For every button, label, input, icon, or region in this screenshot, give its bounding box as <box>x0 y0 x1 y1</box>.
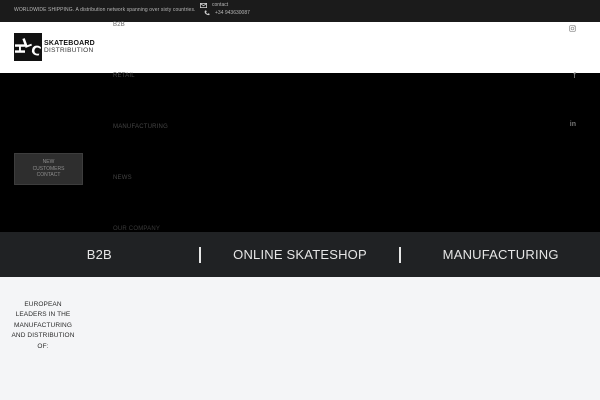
new-customers-contact-button[interactable]: NEW CUSTOMERS CONTACT <box>14 153 83 185</box>
site-logo[interactable]: HLC SKATEBOARD DISTRIBUTION <box>14 33 95 61</box>
top-bar: WORLDWIDE SHIPPING. A distribution netwo… <box>0 0 600 22</box>
logo-mark: HLC <box>14 33 42 61</box>
category-b2b[interactable]: B2B <box>0 247 199 262</box>
cta-line3: CONTACT <box>36 172 61 179</box>
leaders-heading: EUROPEAN LEADERS IN THE MANUFACTURING AN… <box>11 301 75 350</box>
category-online-skateshop[interactable]: ONLINE SKATESHOP <box>201 247 400 262</box>
nav-item-manufacturing[interactable]: MANUFACTURING <box>113 124 168 130</box>
logo-line2: DISTRIBUTION <box>44 46 94 54</box>
category-bar: B2B ONLINE SKATESHOP MANUFACTURING <box>0 232 600 277</box>
logo-text: SKATEBOARD DISTRIBUTION <box>44 40 95 55</box>
site-header: HLC SKATEBOARD DISTRIBUTION <box>0 22 600 73</box>
contact-link[interactable]: contact <box>200 2 228 8</box>
hero-banner <box>0 73 600 232</box>
cta-line2: CUSTOMERS <box>32 165 65 172</box>
logo-line1: SKATEBOARD <box>44 39 95 47</box>
phone-link[interactable]: +34 943630087 <box>204 10 250 16</box>
nav-item-retail[interactable]: RETAIL <box>113 73 135 79</box>
contact-label: contact <box>212 2 229 8</box>
phone-icon <box>204 10 210 16</box>
cta-line1: NEW <box>42 158 55 165</box>
envelope-icon <box>200 2 207 8</box>
linkedin-icon[interactable]: in <box>570 121 576 128</box>
phone-number: +34 943630087 <box>215 10 250 16</box>
nav-item-news[interactable]: NEWS <box>113 175 132 181</box>
nav-item-b2b[interactable]: B2B <box>113 22 125 28</box>
category-manufacturing[interactable]: MANUFACTURING <box>401 247 600 262</box>
instagram-icon[interactable] <box>569 19 576 37</box>
facebook-icon[interactable]: f <box>573 71 576 80</box>
shipping-tagline: WORLDWIDE SHIPPING. A distribution netwo… <box>14 7 196 13</box>
